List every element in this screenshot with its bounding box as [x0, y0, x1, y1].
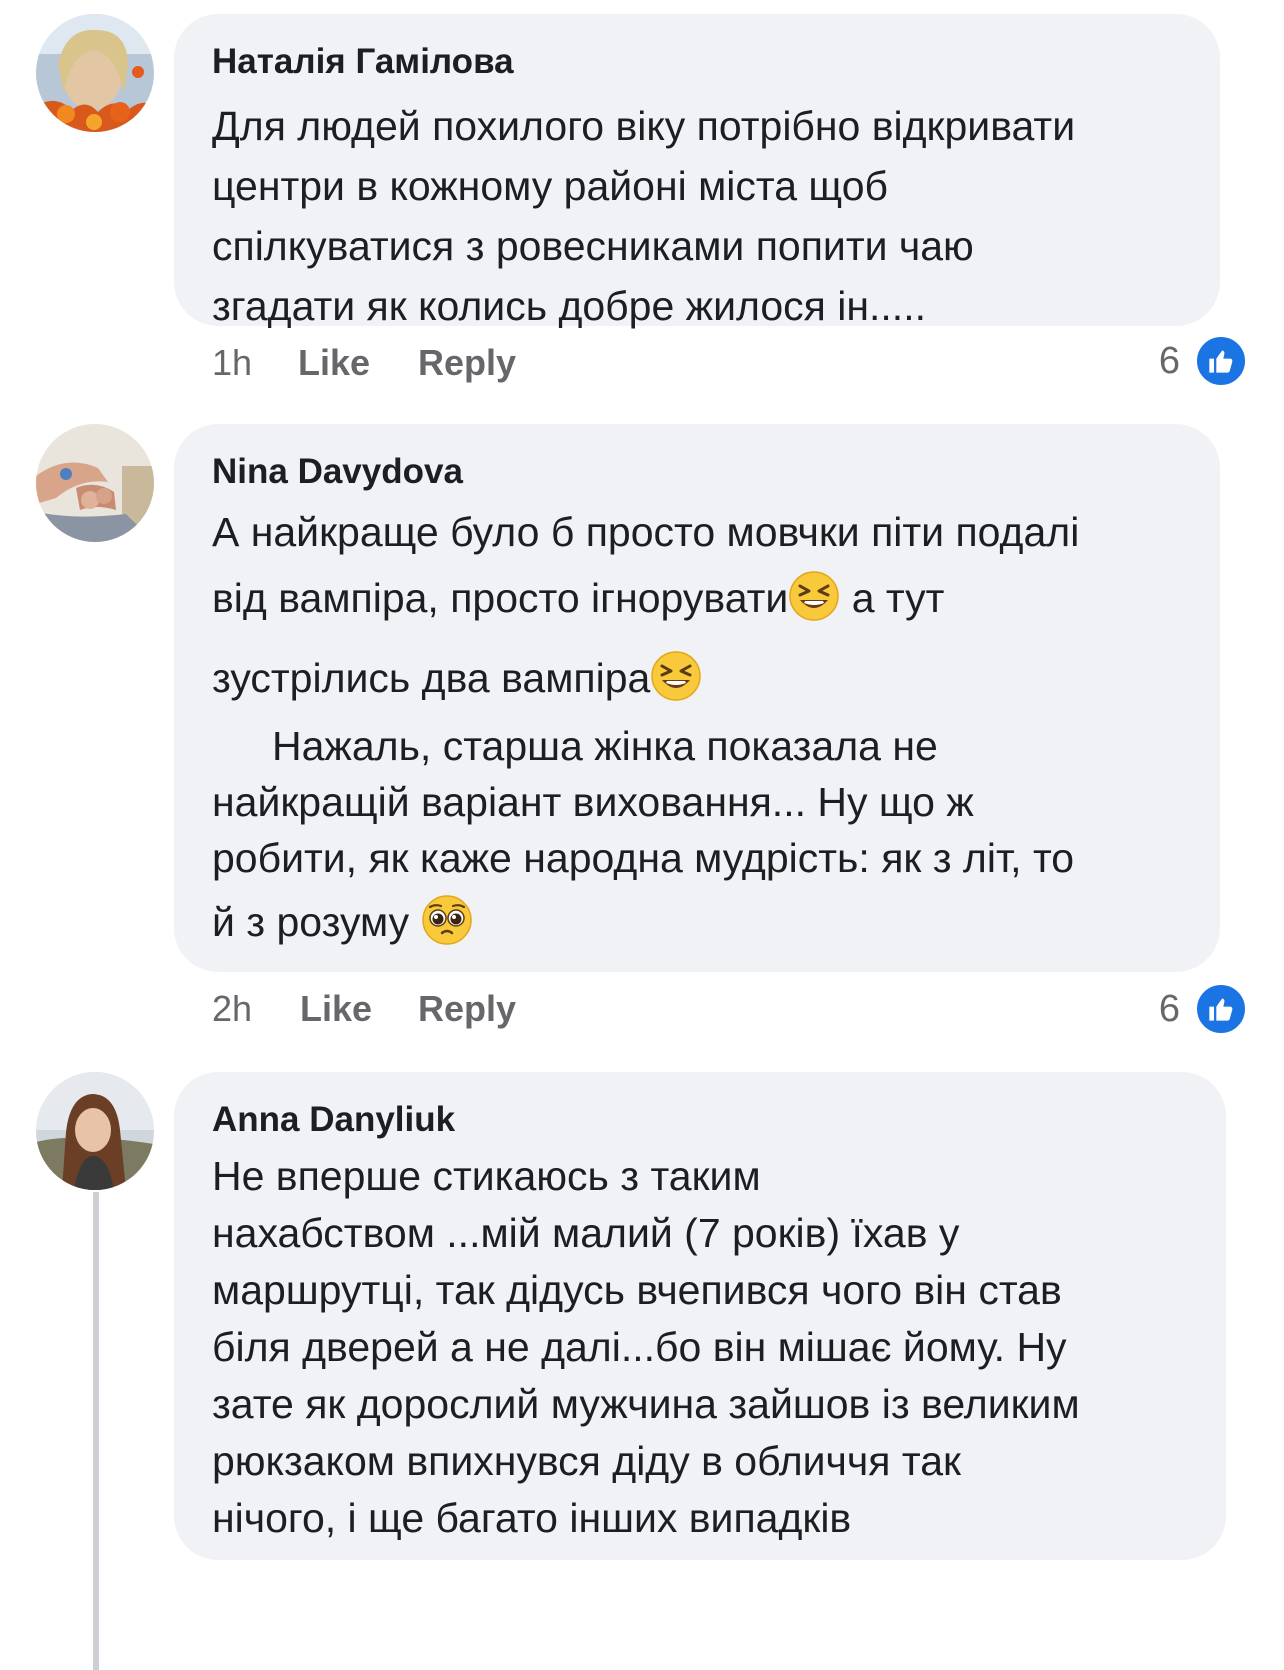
comment-text-line: А найкраще було б просто мовчки піти под…	[212, 509, 1080, 555]
comment-text: зустрілись два вампіра	[212, 655, 651, 701]
laughing-emoji-icon	[788, 568, 840, 621]
comment-text: й з розуму	[212, 899, 421, 945]
reactions-count: 6	[1158, 339, 1180, 382]
comment-text-line: центри в кожному районі міста щоб	[212, 163, 888, 209]
comment-text-line: найкращій варіант виховання... Ну що ж	[212, 779, 974, 825]
comment-bubble: Anna Danyliuk Не вперше стикаюсь з таким…	[174, 1072, 1226, 1560]
comment-text-line: робити, як каже народна мудрість: як з л…	[212, 835, 1075, 881]
reply-button[interactable]: Reply	[418, 984, 516, 1034]
comment-author[interactable]: Anna Danyliuk	[212, 1098, 1190, 1142]
like-button[interactable]: Like	[298, 338, 370, 388]
comment-text-line: Нажаль, старша жінка показала не	[272, 723, 938, 769]
comment-text-line: нічого, і ще багато інших випадків	[212, 1495, 852, 1541]
comment-text-line: маршрутці, так дідусь вчепився чого він …	[212, 1267, 1062, 1313]
like-button[interactable]: Like	[300, 984, 372, 1034]
reply-button[interactable]: Reply	[418, 338, 516, 388]
avatar[interactable]	[36, 424, 154, 542]
avatar[interactable]	[36, 1072, 154, 1190]
reactions-summary[interactable]: 6	[1158, 334, 1248, 388]
comment-text-line: Для людей похилого віку потрібно відкрив…	[212, 103, 1076, 149]
comment-author[interactable]: Nina Davydova	[212, 450, 1184, 494]
comment-bubble: Nina Davydova А найкраще було б просто м…	[174, 424, 1220, 972]
comment-actions: 1h Like Reply	[212, 338, 812, 388]
comment-bubble: Наталія Гамілова Для людей похилого віку…	[174, 14, 1220, 329]
comment-text-line: спілкуватися з ровесниками попити чаю	[212, 223, 974, 269]
comment-timestamp[interactable]: 2h	[212, 984, 252, 1034]
comment-text: а тут	[840, 575, 945, 621]
comment-text-line: Не вперше стикаюсь з таким	[212, 1153, 761, 1199]
comment-actions: 2h Like Reply	[212, 984, 812, 1034]
reactions-summary[interactable]: 6	[1158, 982, 1248, 1036]
avatar[interactable]	[36, 14, 154, 132]
comment-text-line: нахабством ...мій малий (7 років) їхав у	[212, 1210, 960, 1256]
laughing-emoji-icon	[650, 648, 702, 701]
thread-line	[93, 1192, 99, 1670]
comment-text-line: біля дверей а не далі...бо він мішає йом…	[212, 1324, 1067, 1370]
like-icon	[1194, 334, 1248, 388]
reactions-count: 6	[1158, 987, 1180, 1030]
comment-text-line: зате як дорослий мужчина зайшов із велик…	[212, 1381, 1080, 1427]
comment-timestamp[interactable]: 1h	[212, 338, 252, 388]
like-icon	[1194, 982, 1248, 1036]
comment-text-line: від вампіра, просто ігнорувати а тут	[212, 558, 1184, 638]
pleading-face-emoji-icon	[421, 894, 473, 946]
comment-author[interactable]: Наталія Гамілова	[212, 40, 1184, 84]
comment-text-line: зустрілись два вампіра	[212, 638, 1184, 718]
comment-text-line: рюкзаком впихнувся діду в обличчя так	[212, 1438, 961, 1484]
comment-text-line: й з розуму	[212, 886, 1184, 958]
comment-text: від вампіра, просто ігнорувати	[212, 575, 789, 621]
comment-text-line: згадати як колись добре жилося ін.....	[212, 283, 926, 329]
